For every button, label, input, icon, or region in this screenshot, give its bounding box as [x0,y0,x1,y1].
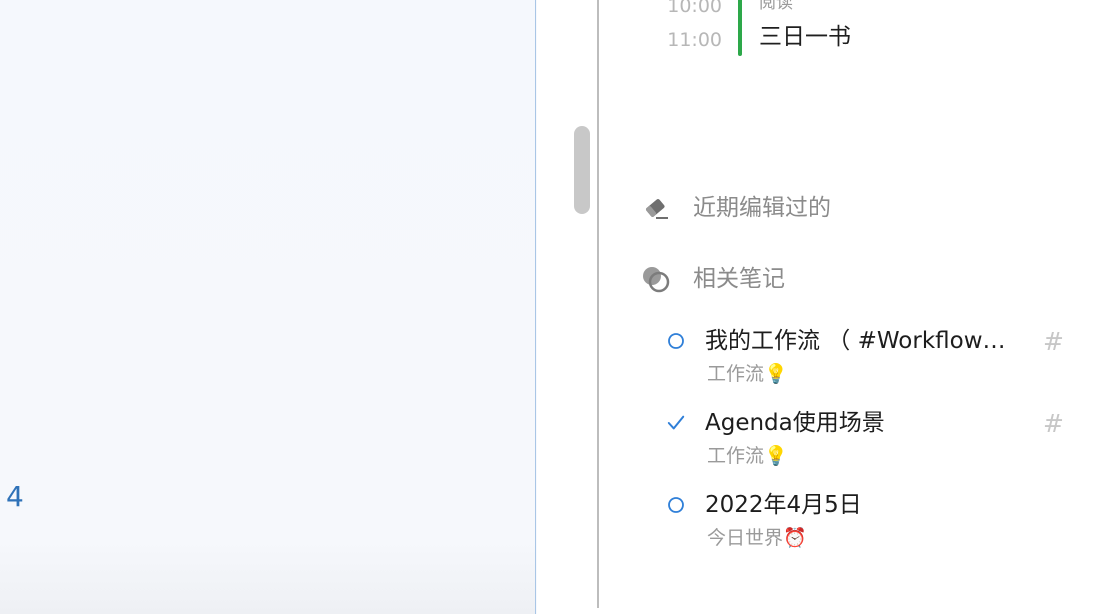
open-circle-icon[interactable] [667,496,685,514]
alarm-clock-icon: ⏰ [783,527,807,549]
hashtag-icon[interactable]: # [1043,410,1064,438]
note-tag: 工作流💡 [707,444,788,468]
related-note-item[interactable]: Agenda使用场景 工作流💡 # [655,408,1085,468]
related-note-item[interactable]: 2022年4月5日 今日世界⏰ [655,490,1085,550]
note-tag-label: 工作流 [707,445,765,467]
calendar-event-title[interactable]: 三日一书 [759,22,851,52]
related-notes-label: 相关笔记 [693,266,785,292]
open-circle-icon[interactable] [667,332,685,350]
overlapping-circles-icon [639,262,673,296]
calendar-event-category: 阅读 [759,0,793,13]
checkmark-icon[interactable] [667,414,685,432]
scrollbar-thumb[interactable] [574,126,590,214]
recent-edits-section[interactable]: 近期编辑过的 [639,188,831,228]
sidebar-divider [597,0,599,608]
lightbulb-icon: 💡 [764,363,788,385]
time-label-11: 11:00 [667,29,722,51]
left-editor-pane[interactable]: 4 [0,0,536,614]
time-label-10: 10:00 [667,0,722,17]
note-tag: 今日世界⏰ [707,526,807,550]
right-sidebar-pane: 10:00 11:00 阅读 三日一书 近期编辑过的 相关笔记 我的工作流 （ … [537,0,1120,614]
left-pane-number: 4 [6,480,24,513]
calendar-event-bar [738,0,742,56]
note-tag: 工作流💡 [707,362,788,386]
recent-edits-label: 近期编辑过的 [693,195,831,221]
note-title: 2022年4月5日 [705,492,862,518]
related-notes-section[interactable]: 相关笔记 [639,259,785,299]
note-title: 我的工作流 （ #Workflow… [705,328,1006,354]
note-title: Agenda使用场景 [705,410,885,436]
note-tag-label: 工作流 [707,363,765,385]
lightbulb-icon: 💡 [764,445,788,467]
pencil-eraser-icon [639,191,673,225]
app-window: 4 10:00 11:00 阅读 三日一书 近期编辑过的 相关笔记 我的工作流 … [0,0,1120,614]
related-note-item[interactable]: 我的工作流 （ #Workflow… 工作流💡 # [655,326,1085,386]
note-tag-label: 今日世界 [707,527,784,549]
hashtag-icon[interactable]: # [1043,328,1064,356]
